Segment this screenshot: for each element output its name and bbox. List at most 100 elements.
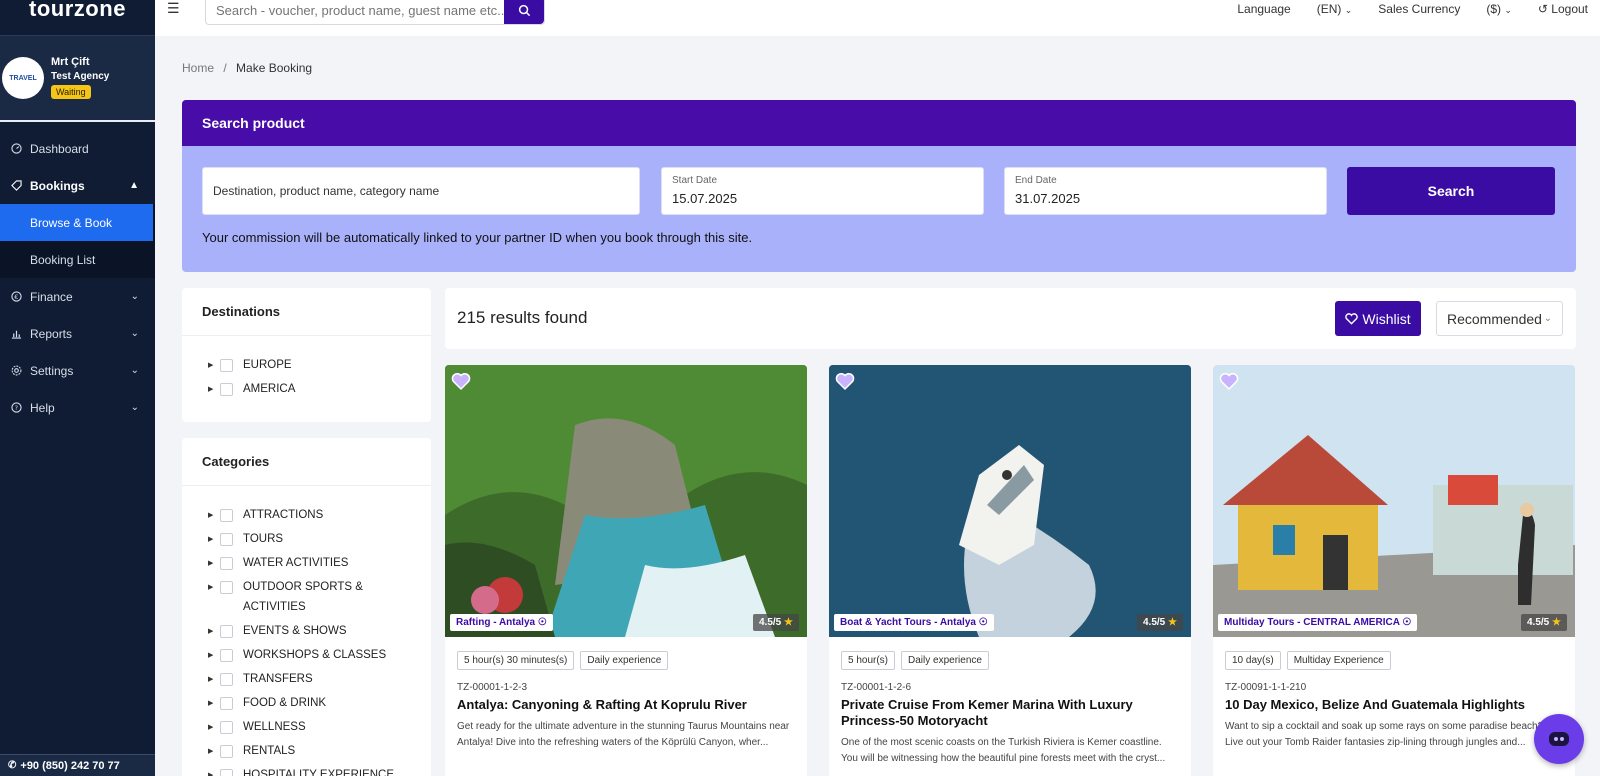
chevron-down-icon: ⌄ bbox=[130, 365, 139, 376]
logout-icon: ↺ bbox=[1537, 2, 1548, 16]
destination-field[interactable]: Destination, product name, category name bbox=[202, 167, 640, 215]
chevron-up-icon: ▲ bbox=[129, 180, 139, 191]
help-icon: ? bbox=[10, 402, 22, 414]
expand-icon[interactable]: ▶ bbox=[208, 361, 220, 369]
profile-agency: Test Agency bbox=[51, 71, 110, 82]
results-bar: 215 results found Wishlist Recommended ⌄ bbox=[445, 288, 1576, 349]
menu-toggle-icon[interactable]: ☰ bbox=[167, 0, 180, 17]
destination-item[interactable]: ▶ EUROPE bbox=[182, 358, 431, 382]
category-item[interactable]: ▶ WELLNESS bbox=[182, 720, 431, 744]
sidebar-item-label: Finance bbox=[30, 289, 73, 304]
experience-chip: Daily experience bbox=[580, 651, 669, 670]
category-label: WORKSHOPS & CLASSES bbox=[243, 649, 387, 661]
category-item[interactable]: ▶ FOOD & DRINK bbox=[182, 696, 431, 720]
category-label: OUTDOOR SPORTS & ACTIVITIES bbox=[243, 581, 363, 613]
expand-icon[interactable]: ▶ bbox=[208, 385, 220, 393]
wishlist-heart-icon[interactable] bbox=[1219, 371, 1239, 391]
checkbox[interactable] bbox=[220, 509, 233, 522]
product-title[interactable]: Private Cruise From Kemer Marina With Lu… bbox=[841, 697, 1179, 729]
end-date-field[interactable]: End Date 31.07.2025 bbox=[1004, 167, 1327, 215]
sidebar-item-help[interactable]: ? Help ⌄ bbox=[0, 389, 155, 426]
expand-icon[interactable]: ▶ bbox=[208, 559, 220, 567]
start-date-value: 15.07.2025 bbox=[672, 191, 738, 206]
wishlist-heart-icon[interactable] bbox=[451, 371, 471, 391]
location-pin-icon: ☉ bbox=[978, 617, 988, 628]
expand-icon[interactable]: ▶ bbox=[208, 651, 220, 659]
currency-select[interactable]: ($) ⌄ bbox=[1486, 2, 1512, 16]
tag-icon bbox=[10, 180, 22, 192]
currency-label: Sales Currency bbox=[1378, 2, 1461, 16]
product-card[interactable]: Multiday Tours - CENTRAL AMERICA ☉ 4.5/5… bbox=[1213, 365, 1575, 776]
sidebar-item-label: Help bbox=[30, 400, 55, 415]
checkbox[interactable] bbox=[220, 359, 233, 372]
logout-label: Logout bbox=[1551, 2, 1588, 16]
search-submit-button[interactable]: Search bbox=[1347, 167, 1555, 215]
expand-icon[interactable]: ▶ bbox=[208, 723, 220, 731]
categories-panel: Categories ▶ ATTRACTIONS ▶ TOURS ▶ WATER AC… bbox=[182, 438, 431, 776]
checkbox[interactable] bbox=[220, 697, 233, 710]
checkbox[interactable] bbox=[220, 769, 233, 776]
product-card[interactable]: Boat & Yacht Tours - Antalya ☉ 4.5/5 ★ 5… bbox=[829, 365, 1191, 776]
expand-icon[interactable]: ▶ bbox=[208, 771, 220, 776]
bar-chart-icon bbox=[10, 328, 22, 340]
search-button[interactable] bbox=[504, 0, 544, 24]
sidebar-item-settings[interactable]: Settings ⌄ bbox=[0, 352, 155, 389]
commission-note: Your commission will be automatically li… bbox=[202, 230, 753, 245]
expand-icon[interactable]: ▶ bbox=[208, 627, 220, 635]
sidebar-item-dashboard[interactable]: Dashboard bbox=[0, 130, 155, 167]
product-image[interactable]: Multiday Tours - CENTRAL AMERICA ☉ 4.5/5… bbox=[1213, 365, 1575, 637]
profile-name: Mrt Çift bbox=[51, 56, 90, 68]
checkbox[interactable] bbox=[220, 745, 233, 758]
category-item[interactable]: ▶ HOSPITALITY EXPERIENCE bbox=[182, 768, 431, 776]
expand-icon[interactable]: ▶ bbox=[208, 583, 220, 591]
sidebar-item-reports[interactable]: Reports ⌄ bbox=[0, 315, 155, 352]
checkbox[interactable] bbox=[220, 581, 233, 594]
checkbox[interactable] bbox=[220, 649, 233, 662]
product-card[interactable]: Rafting - Antalya ☉ 4.5/5 ★ 5 hour(s) 30… bbox=[445, 365, 807, 776]
profile-card: TRAVEL Mrt Çift Test Agency Waiting bbox=[0, 36, 155, 122]
chevron-down-icon: ⌄ bbox=[130, 291, 139, 302]
checkbox[interactable] bbox=[220, 673, 233, 686]
product-image[interactable]: Boat & Yacht Tours - Antalya ☉ 4.5/5 ★ bbox=[829, 365, 1191, 637]
location-pin-icon: ☉ bbox=[537, 617, 547, 628]
checkbox[interactable] bbox=[220, 533, 233, 546]
rating-badge: 4.5/5 ★ bbox=[753, 614, 799, 631]
breadcrumb-home[interactable]: Home bbox=[182, 61, 214, 75]
category-label: WATER ACTIVITIES bbox=[243, 557, 349, 569]
rating-value: 4.5/5 bbox=[1143, 617, 1166, 628]
sidebar-item-bookings[interactable]: Bookings ▲ bbox=[0, 167, 155, 204]
support-phone[interactable]: ✆ +90 (850) 242 70 77 bbox=[0, 754, 155, 776]
expand-icon[interactable]: ▶ bbox=[208, 699, 220, 707]
language-select[interactable]: (EN) ⌄ bbox=[1317, 2, 1353, 16]
location-tag: Boat & Yacht Tours - Antalya ☉ bbox=[834, 614, 994, 631]
expand-icon[interactable]: ▶ bbox=[208, 535, 220, 543]
search-input[interactable] bbox=[206, 0, 504, 24]
product-title[interactable]: Antalya: Canyoning & Rafting At Koprulu … bbox=[457, 697, 795, 713]
checkbox[interactable] bbox=[220, 721, 233, 734]
expand-icon[interactable]: ▶ bbox=[208, 675, 220, 683]
sidebar-item-label: Reports bbox=[30, 326, 73, 341]
destination-item[interactable]: ▶ AMERICA bbox=[182, 382, 431, 406]
chat-widget-button[interactable] bbox=[1534, 714, 1584, 764]
sidebar-item-finance[interactable]: € Finance ⌄ bbox=[0, 278, 155, 315]
wishlist-heart-icon[interactable] bbox=[835, 371, 855, 391]
wishlist-button[interactable]: Wishlist bbox=[1335, 301, 1421, 336]
sidebar-item-booking-list[interactable]: Booking List bbox=[0, 241, 155, 278]
logout-button[interactable]: ↺ Logout bbox=[1538, 2, 1588, 16]
sort-select[interactable]: Recommended ⌄ bbox=[1436, 301, 1563, 336]
category-item[interactable]: ▶ ATTRACTIONS bbox=[182, 508, 431, 532]
start-date-field[interactable]: Start Date 15.07.2025 bbox=[661, 167, 984, 215]
logo[interactable]: tourzone bbox=[0, 0, 155, 36]
checkbox[interactable] bbox=[220, 557, 233, 570]
expand-icon[interactable]: ▶ bbox=[208, 747, 220, 755]
checkbox[interactable] bbox=[220, 383, 233, 396]
expand-icon[interactable]: ▶ bbox=[208, 511, 220, 519]
sidebar-item-browse-book[interactable]: Browse & Book bbox=[0, 204, 153, 241]
product-image[interactable]: Rafting - Antalya ☉ 4.5/5 ★ bbox=[445, 365, 807, 637]
avatar[interactable]: TRAVEL bbox=[2, 57, 44, 99]
product-code: TZ-00091-1-1-210 bbox=[1225, 682, 1307, 693]
product-title[interactable]: 10 Day Mexico, Belize And Guatemala High… bbox=[1225, 697, 1563, 713]
breadcrumb-separator: / bbox=[223, 61, 227, 75]
checkbox[interactable] bbox=[220, 625, 233, 638]
category-item[interactable]: ▶ OUTDOOR SPORTS & ACTIVITIES bbox=[182, 580, 431, 624]
